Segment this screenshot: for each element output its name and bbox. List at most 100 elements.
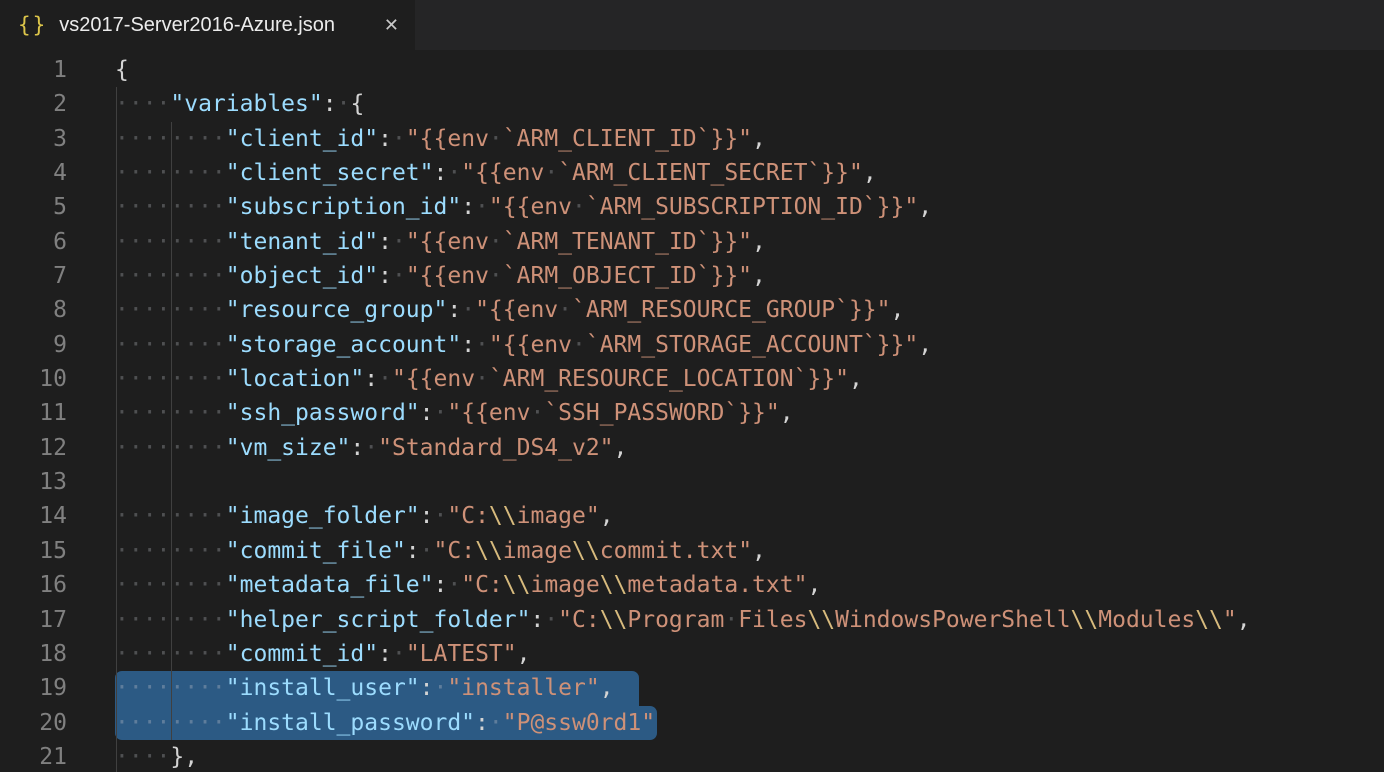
code-token: `ARM_TENANT_ID`}}" [503,229,752,255]
code-token: \\ [1195,607,1223,633]
line-number[interactable]: 12 [0,431,67,465]
code-line[interactable]: 17········"helper_script_folder":·"C:\\P… [0,603,1384,637]
line-number[interactable]: 4 [0,156,67,190]
code-token: "install_password" [226,710,475,736]
line-number[interactable]: 13 [0,465,67,499]
code-token: `ARM_SUBSCRIPTION_ID`}}" [586,194,918,220]
code-text: ········"commit_id":·"LATEST", [115,641,530,667]
code-text: ········"storage_account":·"{{env·`ARM_S… [115,332,932,358]
line-number[interactable]: 2 [0,87,67,121]
line-number[interactable]: 20 [0,706,67,740]
close-tab-icon[interactable]: ✕ [384,16,399,34]
code-token: "{{env [406,229,489,255]
code-line[interactable]: 7 ········"object_id":·"{{env·`ARM_OBJECT… [0,259,1384,293]
line-number[interactable]: 17 [0,603,67,637]
code-token: "{{env [406,263,489,289]
whitespace-dots: · [489,229,503,255]
whitespace-dots: · [364,435,378,461]
line-number[interactable]: 6 [0,225,67,259]
code-line[interactable]: 6········"tenant_id":·"{{env·`ARM_TENANT… [0,225,1384,259]
code-token: , [752,538,766,564]
line-number[interactable]: 5 [0,190,67,224]
code-line[interactable]: 16········"metadata_file":·"C:\\image\\m… [0,568,1384,602]
code-token: : [378,263,392,289]
line-number[interactable]: 18 [0,637,67,671]
code-line[interactable]: 2····"variables":·{ [0,87,1384,121]
code-text: ········"image_folder":·"C:\\image", [115,503,614,529]
code-token: : [434,572,448,598]
code-token: "vm_size" [226,435,351,461]
code-token: : [420,400,434,426]
line-number[interactable]: 10 [0,362,67,396]
code-line[interactable]: 13 [0,465,1384,499]
whitespace-dots: ········ [115,297,226,323]
editor[interactable]: 1{2····"variables":·{3········"client_id… [0,50,1384,772]
code-line[interactable]: 10········"location":·"{{env·`ARM_RESOUR… [0,362,1384,396]
code-line[interactable]: 11 ········"ssh_password":·"{{env·`SSH_PA… [0,396,1384,430]
code-token: "tenant_id" [226,229,378,255]
code-token: image" [517,503,600,529]
code-token: `SSH_PASSWORD`}}" [544,400,779,426]
code-text: ········"resource_group":·"{{env·`ARM_RE… [115,297,904,323]
line-number[interactable]: 21 [0,740,67,772]
code-token: "C: [558,607,600,633]
line-number[interactable]: 14 [0,499,67,533]
whitespace-dots: · [558,297,572,323]
code-token: , [600,503,614,529]
code-token: "client_id" [226,126,378,152]
line-number[interactable]: 11 [0,396,67,430]
code-line[interactable]: 5········"subscription_id":·"{{env·`ARM_… [0,190,1384,224]
code-line[interactable]: 4········"client_secret":·"{{env·`ARM_CL… [0,156,1384,190]
line-number[interactable]: 8 [0,293,67,327]
code-line[interactable]: 19········"install_user":·"installer", [0,671,1384,705]
code-line[interactable]: 14 ········"image_folder":·"C:\\image", [0,499,1384,533]
code-line[interactable]: 1{ [0,53,1384,87]
code-line[interactable]: 3········"client_id":·"{{env·`ARM_CLIENT… [0,122,1384,156]
line-number[interactable]: 1 [0,53,67,87]
line-number[interactable]: 7 [0,259,67,293]
whitespace-dots: · [544,160,558,186]
whitespace-dots: · [447,572,461,598]
whitespace-dots: · [489,126,503,152]
code-token: \\ [600,607,628,633]
code-text: ········"install_password":·"P@ssw0rd1" [115,710,655,736]
code-line[interactable]: 8········"resource_group":·"{{env·`ARM_R… [0,293,1384,327]
code-line[interactable]: 9 ········"storage_account":·"{{env·`ARM_… [0,328,1384,362]
code-token: "helper_script_folder" [226,607,531,633]
code-text: ········"ssh_password":·"{{env·`SSH_PASS… [115,400,794,426]
whitespace-dots: · [337,91,351,117]
code-token: WindowsPowerShell [835,607,1070,633]
code-token: }, [170,744,198,770]
code-token: "{{env [447,400,530,426]
code-text: ········"helper_script_folder":·"C:\\Pro… [115,607,1251,633]
code-token: , [807,572,821,598]
code-text: ········"metadata_file":·"C:\\image\\met… [115,572,821,598]
code-token: `ARM_CLIENT_ID`}}" [503,126,752,152]
whitespace-dots: · [392,263,406,289]
code-token: { [350,91,364,117]
whitespace-dots: · [475,194,489,220]
code-token: , [918,332,932,358]
code-token: : [364,366,378,392]
code-token: "C: [447,503,489,529]
line-number[interactable]: 3 [0,122,67,156]
code-text: { [115,57,129,83]
code-token: "{{env [392,366,475,392]
code-line[interactable]: 20 ········"install_password":·"P@ssw0rd1… [0,706,1384,740]
code-token: "metadata_file" [226,572,434,598]
line-number[interactable]: 19 [0,671,67,705]
code-line[interactable]: 12········"vm_size":·"Standard_DS4_v2", [0,431,1384,465]
line-number[interactable]: 15 [0,534,67,568]
tab-vs2017-server2016-azure-json[interactable]: {} vs2017-Server2016-Azure.json ✕ [0,0,415,50]
whitespace-dots: ········ [115,229,226,255]
code-line[interactable]: 15········"commit_file":·"C:\\image\\com… [0,534,1384,568]
code-token: " [1223,607,1237,633]
code-line[interactable]: 18 ········"commit_id":·"LATEST", [0,637,1384,671]
whitespace-dots: · [461,297,475,323]
code-token: , [849,366,863,392]
whitespace-dots: · [544,607,558,633]
line-number[interactable]: 9 [0,328,67,362]
code-text: ········"object_id":·"{{env·`ARM_OBJECT_… [115,263,766,289]
code-line[interactable]: 21····}, [0,740,1384,772]
line-number[interactable]: 16 [0,568,67,602]
